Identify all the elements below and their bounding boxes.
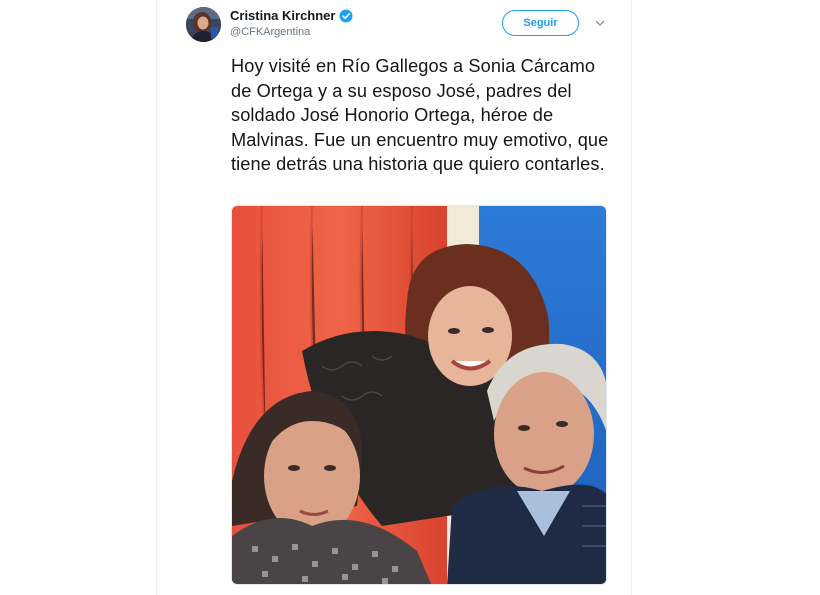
tweet-text: Hoy visité en Río Gallegos a Sonia Cárca… (231, 56, 609, 174)
tweet-photo[interactable] (231, 205, 607, 585)
follow-button[interactable]: Seguir (502, 10, 579, 36)
tweet-card: Cristina Kirchner @CFKArgentina Seguir H… (156, 0, 632, 595)
author-handle[interactable]: @CFKArgentina (230, 26, 310, 38)
author-name[interactable]: Cristina Kirchner (230, 8, 335, 23)
avatar-image (186, 7, 221, 42)
photo-image (232, 206, 606, 584)
author-name-row: Cristina Kirchner (230, 8, 353, 23)
chevron-down-icon[interactable] (594, 16, 606, 28)
page-margin-left (0, 0, 156, 595)
avatar[interactable] (186, 7, 221, 42)
page-margin-right (632, 0, 820, 595)
verified-badge-icon (339, 9, 353, 23)
